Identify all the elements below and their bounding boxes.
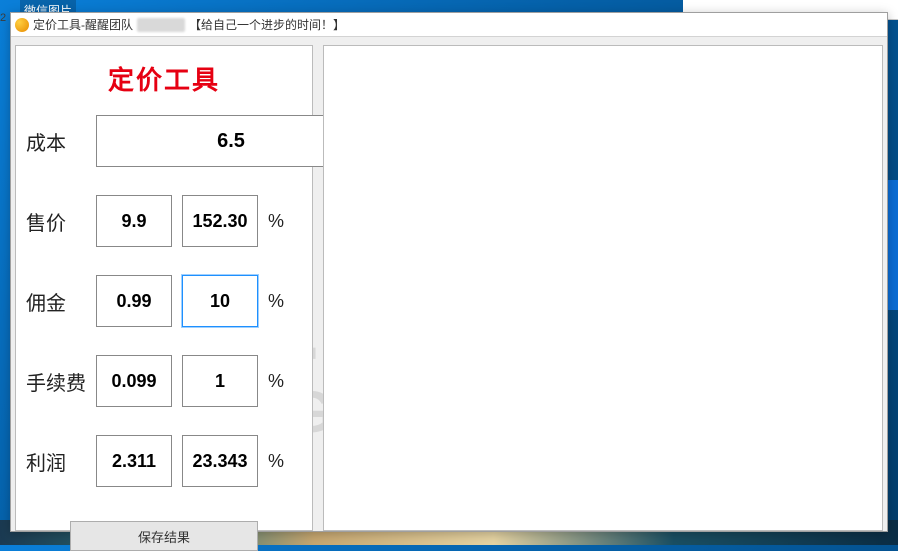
window-title-app: 定价工具-醒醒团队 bbox=[33, 16, 133, 33]
window-title-slogan: 【给自己一个进步的时间！】 bbox=[189, 16, 345, 33]
label-commission: 佣金 bbox=[26, 287, 86, 316]
save-button[interactable]: 保存结果 bbox=[70, 521, 258, 551]
input-price-abs[interactable] bbox=[96, 195, 172, 247]
label-fee: 手续费 bbox=[26, 367, 86, 396]
desktop-date-fragment: 2 bbox=[0, 12, 6, 24]
input-fee-abs[interactable] bbox=[96, 355, 172, 407]
row-profit: 利润 % bbox=[26, 435, 302, 487]
input-profit-abs[interactable] bbox=[96, 435, 172, 487]
app-window: 定价工具-醒醒团队 【给自己一个进步的时间！】 醒醒团队 XINGXING TE… bbox=[10, 12, 888, 532]
input-profit-pct[interactable] bbox=[182, 435, 258, 487]
row-fee: 手续费 % bbox=[26, 355, 302, 407]
pct-symbol-profit: % bbox=[268, 451, 288, 472]
input-commission-pct[interactable] bbox=[182, 275, 258, 327]
app-icon bbox=[15, 18, 29, 32]
label-price: 售价 bbox=[26, 207, 86, 236]
input-commission-abs[interactable] bbox=[96, 275, 172, 327]
pct-symbol-commission: % bbox=[268, 291, 288, 312]
pct-symbol-price: % bbox=[268, 211, 288, 232]
input-fee-pct[interactable] bbox=[182, 355, 258, 407]
title-redacted bbox=[137, 18, 185, 32]
label-profit: 利润 bbox=[26, 447, 86, 476]
form-area: 成本 售价 % 佣金 % 手续费 bbox=[16, 115, 312, 487]
row-cost: 成本 bbox=[26, 115, 302, 167]
row-price: 售价 % bbox=[26, 195, 302, 247]
titlebar[interactable]: 定价工具-醒醒团队 【给自己一个进步的时间！】 bbox=[11, 13, 887, 37]
input-price-pct[interactable] bbox=[182, 195, 258, 247]
row-commission: 佣金 % bbox=[26, 275, 302, 327]
pct-symbol-fee: % bbox=[268, 371, 288, 392]
right-pane[interactable] bbox=[323, 45, 883, 531]
label-cost: 成本 bbox=[26, 127, 86, 156]
tool-title: 定价工具 bbox=[16, 60, 312, 97]
left-pane: 定价工具 成本 售价 % 佣金 % bbox=[15, 45, 313, 531]
